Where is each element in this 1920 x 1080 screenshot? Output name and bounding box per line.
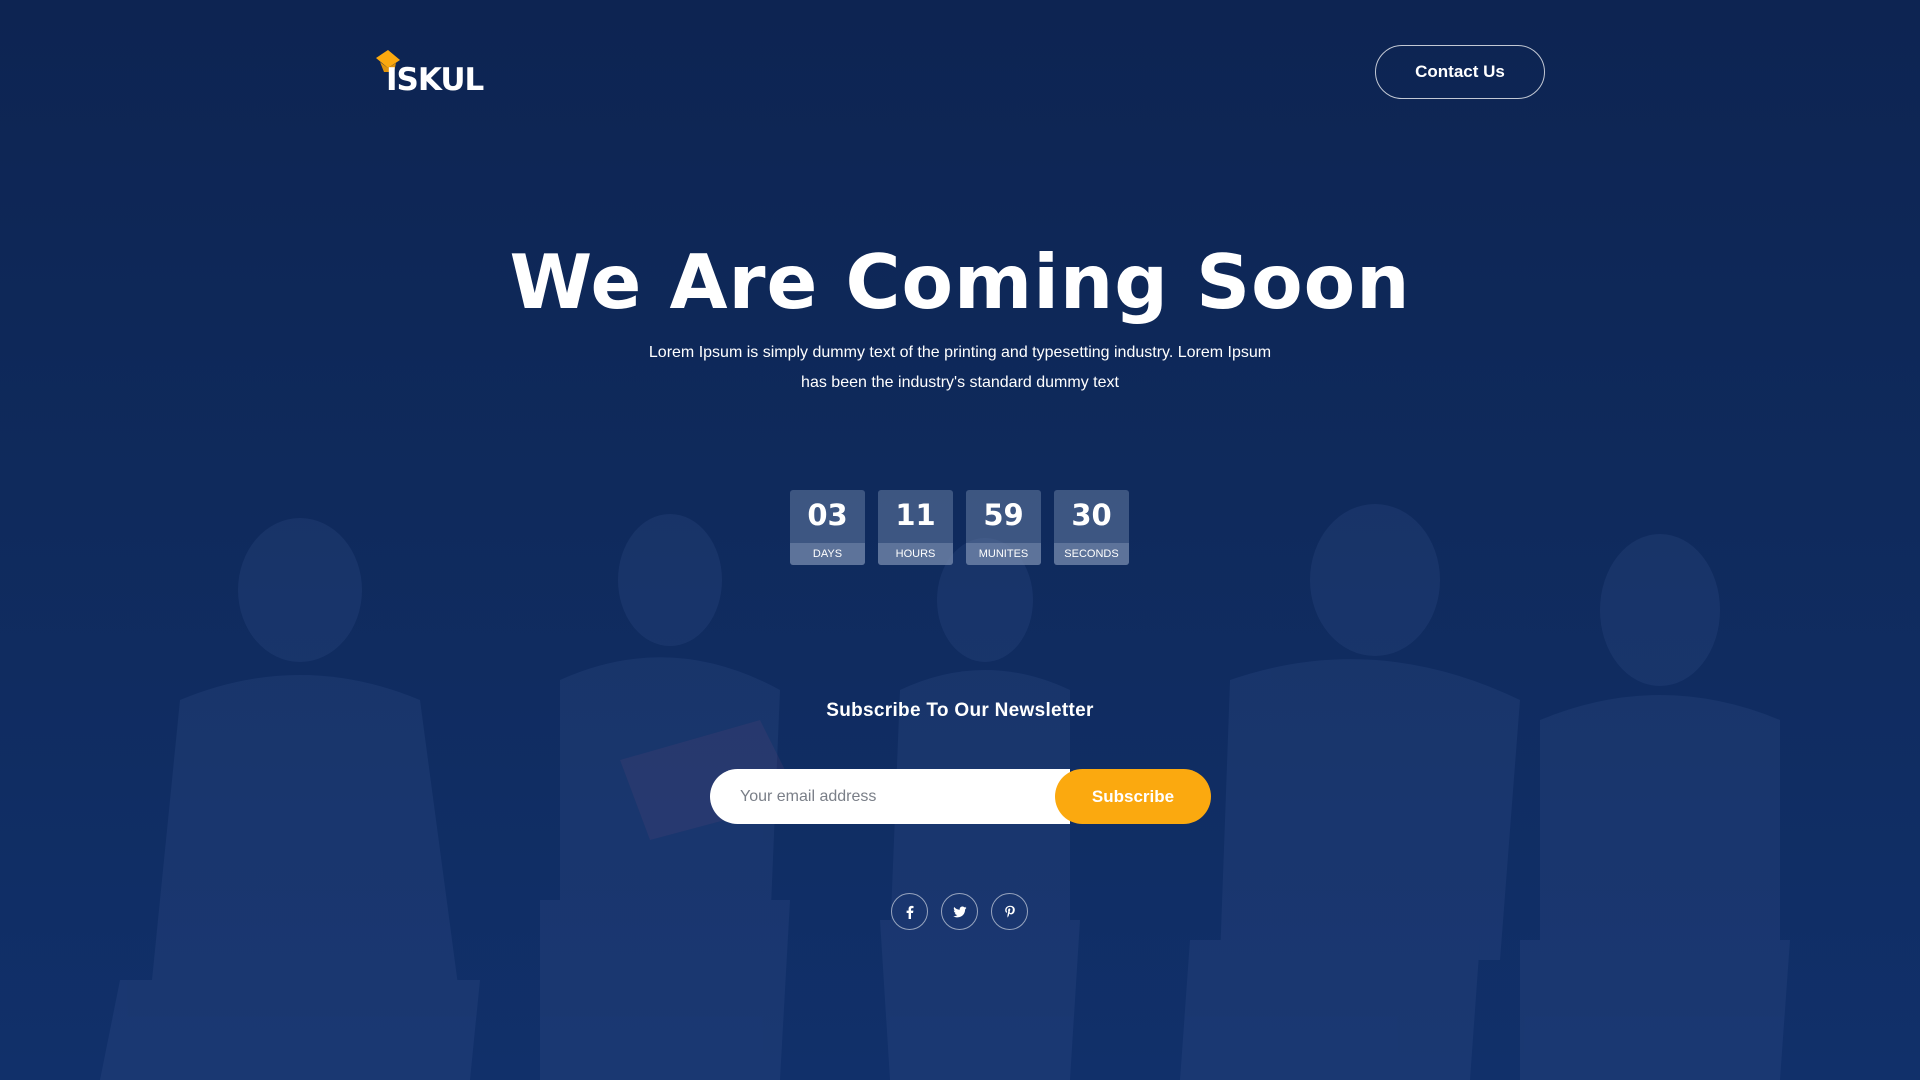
subscribe-button[interactable]: Subscribe	[1055, 769, 1211, 824]
countdown-value: 11	[895, 498, 936, 532]
newsletter-title: Subscribe To Our Newsletter	[826, 700, 1094, 721]
pinterest-icon	[1004, 905, 1015, 917]
countdown-hours: 11 HOURS	[878, 490, 953, 565]
twitter-icon	[952, 906, 966, 917]
hero-description-line-1: Lorem Ipsum is simply dummy text of the …	[648, 344, 1272, 361]
twitter-link[interactable]	[941, 893, 978, 930]
countdown-value: 30	[1071, 498, 1112, 532]
newsletter-form: Subscribe	[710, 769, 1211, 824]
countdown-minutes: 59 MUNITES	[966, 490, 1041, 565]
iskul-logo[interactable]: ISKUL	[372, 48, 492, 98]
facebook-link[interactable]	[891, 893, 928, 930]
pinterest-link[interactable]	[991, 893, 1028, 930]
coming-soon-page: ISKUL Contact Us We Are Coming Soon Lore…	[0, 0, 1920, 1080]
facebook-icon	[906, 905, 913, 919]
countdown-label: SECONDS	[1054, 543, 1129, 565]
logo-text: ISKUL	[386, 62, 484, 98]
countdown-days: 03 DAYS	[790, 490, 865, 565]
countdown-label: HOURS	[878, 543, 953, 565]
hero-description: Lorem Ipsum is simply dummy text of the …	[640, 338, 1280, 398]
countdown-timer: 03 DAYS 11 HOURS 59 MUNITES 30 SECONDS	[790, 490, 1130, 566]
countdown-seconds: 30 SECONDS	[1054, 490, 1129, 565]
hero-description-line-2: has been the industry's standard dummy t…	[801, 374, 1119, 391]
page-title: We Are Coming Soon	[509, 238, 1411, 326]
email-input[interactable]	[710, 769, 1070, 824]
countdown-label: DAYS	[790, 543, 865, 565]
contact-us-button[interactable]: Contact Us	[1375, 45, 1545, 99]
countdown-value: 03	[807, 498, 848, 532]
site-header: ISKUL Contact Us	[0, 0, 1920, 140]
social-links	[891, 893, 1031, 931]
countdown-value: 59	[983, 498, 1024, 532]
countdown-label: MUNITES	[966, 543, 1041, 565]
